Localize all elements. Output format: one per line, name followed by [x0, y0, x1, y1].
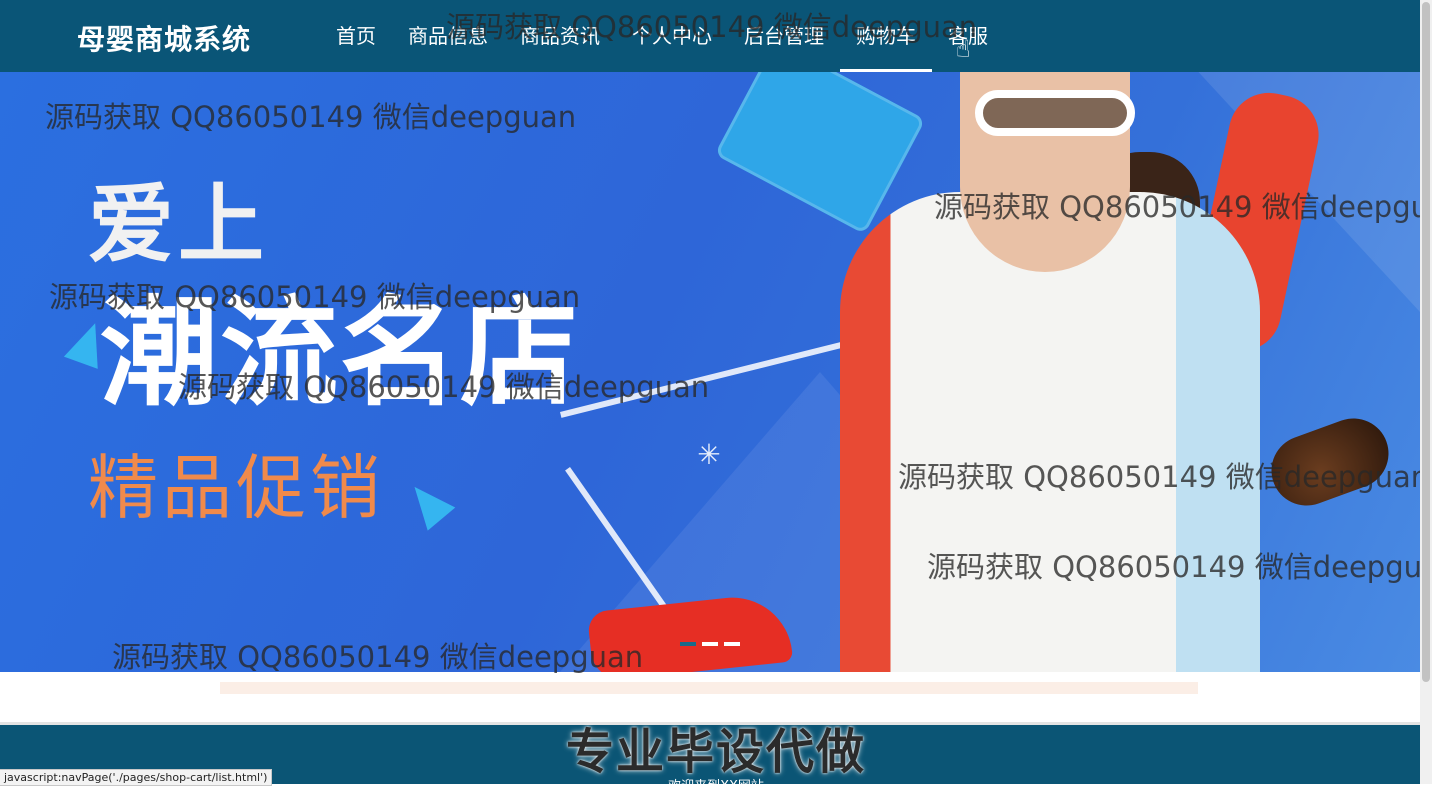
nav-item-cart[interactable]: 购物车: [840, 0, 932, 72]
loading-spinner-icon: ✳: [697, 438, 721, 471]
nav-item-admin[interactable]: 后台管理: [728, 0, 840, 72]
banner-subline: 精品促销: [88, 447, 384, 529]
section-stripe: [220, 682, 1198, 694]
banner-carousel[interactable]: 爱上 潮流名店 精品促销 ✳: [0, 72, 1420, 672]
hand-cursor-icon: ☝: [956, 35, 971, 63]
handbag-image: [714, 72, 926, 235]
page: 母婴商城系统 首页 商品信息 商品资讯 个人中心 后台管理 购物车 客服 爱上 …: [0, 0, 1420, 784]
carousel-dot[interactable]: [724, 642, 740, 646]
main-nav: 首页 商品信息 商品资讯 个人中心 后台管理 购物车 客服: [320, 0, 1004, 72]
vertical-scrollbar[interactable]: [1420, 0, 1432, 784]
browser-status-bar: javascript:navPage('./pages/shop-cart/li…: [0, 769, 273, 786]
nav-item-home[interactable]: 首页: [320, 0, 392, 72]
carousel-indicators: [680, 642, 740, 646]
top-navbar: 母婴商城系统 首页 商品信息 商品资讯 个人中心 后台管理 购物车 客服: [0, 0, 1420, 72]
nav-item-products[interactable]: 商品信息: [392, 0, 504, 72]
nav-item-news[interactable]: 商品资讯: [504, 0, 616, 72]
carousel-dot[interactable]: [702, 642, 718, 646]
nav-item-user-center[interactable]: 个人中心: [616, 0, 728, 72]
scrollbar-thumb[interactable]: [1422, 2, 1430, 682]
site-brand[interactable]: 母婴商城系统: [77, 18, 251, 58]
carousel-dot[interactable]: [680, 642, 696, 646]
sunglasses-image: [975, 90, 1135, 136]
decor-triangle: [400, 475, 456, 531]
banner-headline: 潮流名店: [100, 284, 581, 422]
